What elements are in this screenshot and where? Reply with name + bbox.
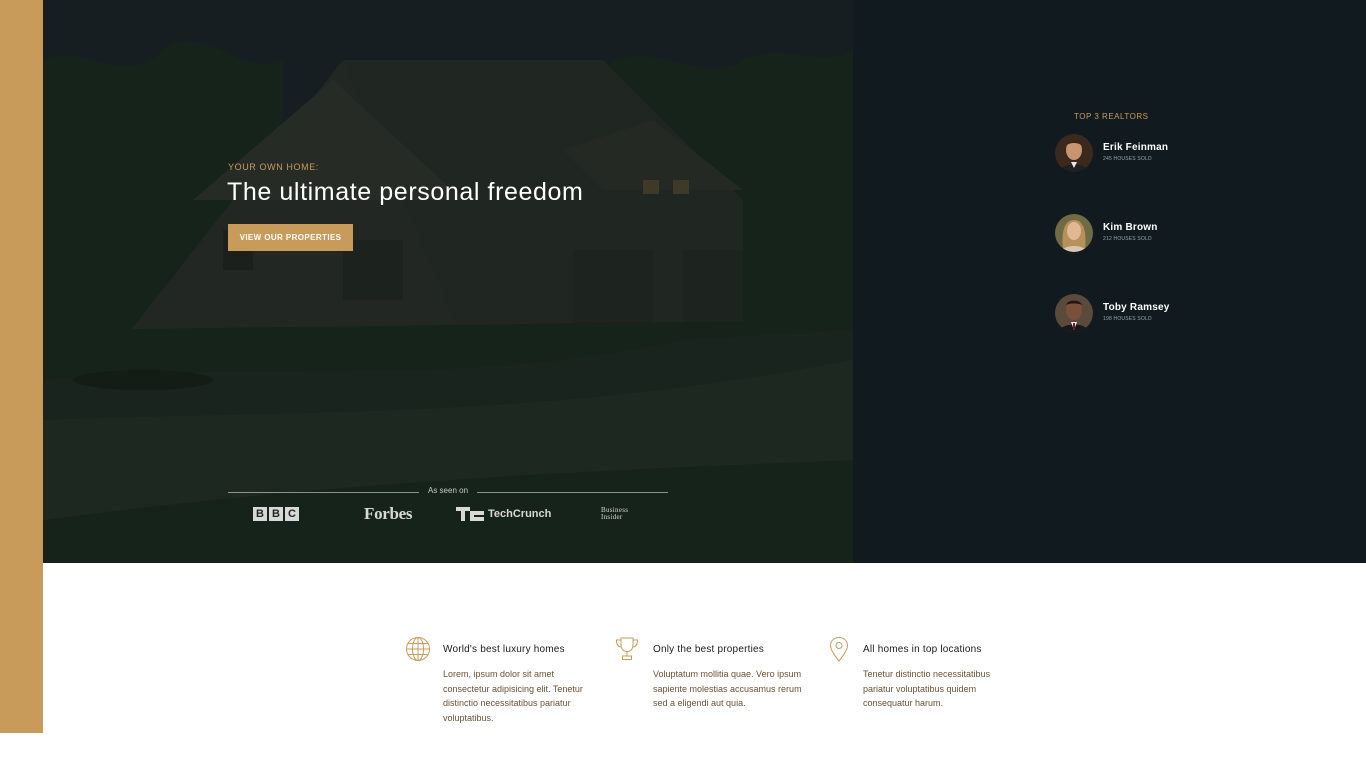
as-seen-on-label: As seen on <box>427 486 469 495</box>
bbc-logo: B B C <box>253 503 301 525</box>
divider-line-left <box>228 492 419 493</box>
press-logos: B B C Forbes TechCrunch Business Insider <box>228 503 668 525</box>
hero-section: YOUR OWN HOME: The ultimate personal fre… <box>43 0 853 563</box>
realtor-card[interactable]: Kim Brown 212 HOUSES SOLD <box>1055 214 1275 254</box>
divider-line-right <box>477 492 668 493</box>
feature-description: Tenetur distinctio necessitatibus pariat… <box>863 669 991 708</box>
hero-eyebrow: YOUR OWN HOME: <box>228 162 319 172</box>
bbc-letter-box: B <box>253 507 267 521</box>
bbc-letter-box: C <box>285 507 299 521</box>
realtor-houses-sold: 212 HOUSES SOLD <box>1103 236 1152 242</box>
avatar <box>1055 214 1093 252</box>
bbc-letter-box: B <box>269 507 283 521</box>
business-insider-logo: Business Insider <box>601 503 628 525</box>
hero-title: The ultimate personal freedom <box>227 178 584 206</box>
view-properties-button[interactable]: VIEW OUR PROPERTIES <box>228 224 353 251</box>
techcrunch-logo: TechCrunch <box>456 503 551 525</box>
feature-description: Voluptatum mollitia quae. Vero ipsum sap… <box>653 669 802 708</box>
as-seen-on-divider: As seen on <box>228 486 668 498</box>
realtor-card[interactable]: Toby Ramsey 198 HOUSES SOLD <box>1055 294 1275 334</box>
map-pin-icon <box>829 636 849 662</box>
avatar-photo-icon <box>1055 294 1093 332</box>
feature-title: World's best luxury homes <box>443 644 565 655</box>
feature-description: Lorem, ipsum dolor sit amet consectetur … <box>443 669 583 723</box>
forbes-logo: Forbes <box>364 504 413 523</box>
business-insider-line2: Insider <box>601 513 623 521</box>
features-section: World's best luxury homes Lorem, ipsum d… <box>0 563 1366 768</box>
globe-icon <box>406 637 430 661</box>
top-realtors-panel: TOP 3 REALTORS Erik Feinman 245 HOUSES S… <box>853 0 1366 563</box>
realtor-name: Toby Ramsey <box>1103 302 1170 313</box>
techcrunch-mark-icon <box>456 507 484 521</box>
realtor-houses-sold: 198 HOUSES SOLD <box>1103 316 1152 322</box>
techcrunch-wordmark: TechCrunch <box>488 508 552 520</box>
realtor-houses-sold: 245 HOUSES SOLD <box>1103 156 1152 162</box>
top-realtors-heading: TOP 3 REALTORS <box>1074 112 1149 121</box>
avatar-photo-icon <box>1055 134 1093 172</box>
trophy-icon <box>615 637 639 660</box>
avatar <box>1055 134 1093 172</box>
realtor-card[interactable]: Erik Feinman 245 HOUSES SOLD <box>1055 134 1275 174</box>
realtor-name: Erik Feinman <box>1103 142 1169 153</box>
feature-title: All homes in top locations <box>863 644 982 655</box>
feature-title: Only the best properties <box>653 644 764 655</box>
avatar-photo-icon <box>1055 214 1093 252</box>
realtor-name: Kim Brown <box>1103 222 1158 233</box>
hero-dark-overlay <box>43 0 853 563</box>
avatar <box>1055 294 1093 332</box>
